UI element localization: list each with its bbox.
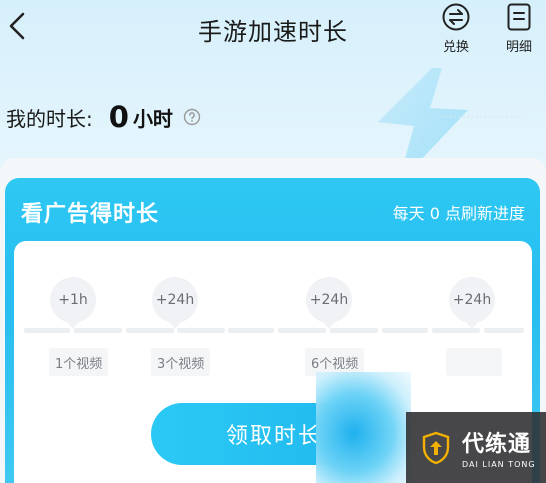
milestone-requirement: [446, 348, 502, 376]
help-icon[interactable]: [183, 108, 201, 126]
watermark-subtext: DAI LIAN TONG: [462, 460, 536, 469]
progress-segment: [228, 328, 274, 333]
refresh-note: 每天 0 点刷新进度: [392, 204, 525, 223]
progress-segment: [278, 328, 326, 333]
progress-segment: [74, 328, 122, 333]
duration-row: 我的时长: 0 小时: [6, 100, 201, 134]
milestone-reward: +24h: [449, 277, 495, 329]
header: 手游加速时长 兑换 明细: [0, 0, 546, 60]
watermark-logo: 代练通 DAI LIAN TONG: [406, 412, 546, 483]
milestone-requirement: 3个视频: [151, 348, 211, 376]
exchange-label: 兑换: [442, 40, 469, 55]
detail-label: 明细: [505, 40, 532, 55]
progress-segment: [382, 328, 428, 333]
duration-value: 0: [108, 100, 129, 134]
duration-unit: 小时: [132, 106, 173, 131]
blurred-overlay: [316, 372, 411, 483]
progress-segment: [126, 328, 174, 333]
progress-segment: [484, 328, 524, 333]
duration-label: 我的时长:: [6, 106, 93, 131]
card-title: 看广告得时长: [21, 202, 160, 227]
exchange-button[interactable]: 兑换: [436, 2, 476, 56]
detail-button[interactable]: 明细: [499, 2, 539, 56]
fist-logo-icon: [422, 431, 450, 464]
exchange-icon: [442, 3, 470, 31]
document-icon: [507, 3, 531, 31]
milestone-reward: +1h: [50, 277, 96, 329]
progress-segment: [330, 328, 378, 333]
milestone-requirement: 1个视频: [49, 348, 109, 376]
watermark-text: 代练通: [462, 432, 532, 457]
milestone-reward: +24h: [152, 277, 198, 329]
progress-segment: [24, 328, 70, 333]
progress-segment: [177, 328, 225, 333]
blurred-banner-text: ·····················: [436, 110, 527, 124]
milestone-reward: +24h: [306, 277, 352, 329]
